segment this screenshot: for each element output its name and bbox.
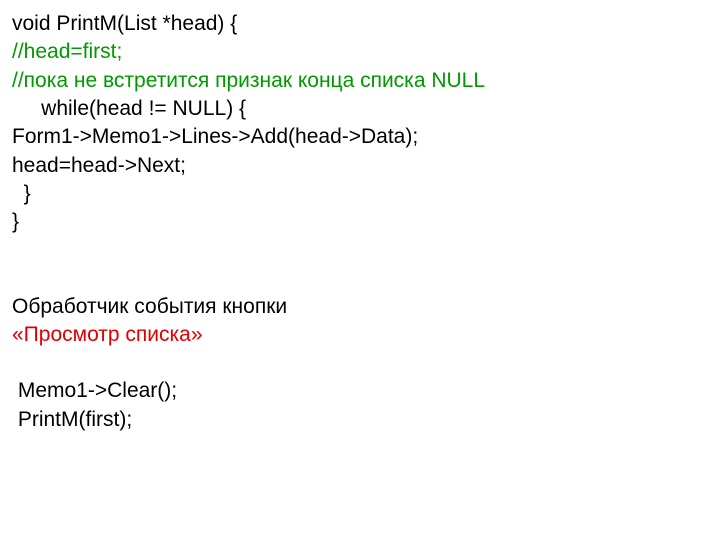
blank-spacer-3 — [12, 349, 708, 377]
code-line-7: } — [12, 180, 708, 208]
code-line-6: head=head->Next; — [12, 152, 708, 180]
code-line-5: Form1->Memo1->Lines->Add(head->Data); — [12, 123, 708, 151]
code-line-8: } — [12, 208, 708, 236]
handler-subtitle: «Просмотр списка» — [12, 321, 708, 349]
blank-spacer-2 — [12, 265, 708, 293]
code-line-4: while(head != NULL) { — [12, 95, 708, 123]
handler-line-2: PrintM(first); — [12, 406, 708, 434]
handler-line-1: Memo1->Clear(); — [12, 377, 708, 405]
code-comment-2: //пока не встретится признак конца списк… — [12, 67, 708, 95]
code-line-1: void PrintM(List *head) { — [12, 10, 708, 38]
code-comment-1: //head=first; — [12, 38, 708, 66]
handler-title: Обработчик события кнопки — [12, 293, 708, 321]
blank-spacer-1 — [12, 237, 708, 265]
